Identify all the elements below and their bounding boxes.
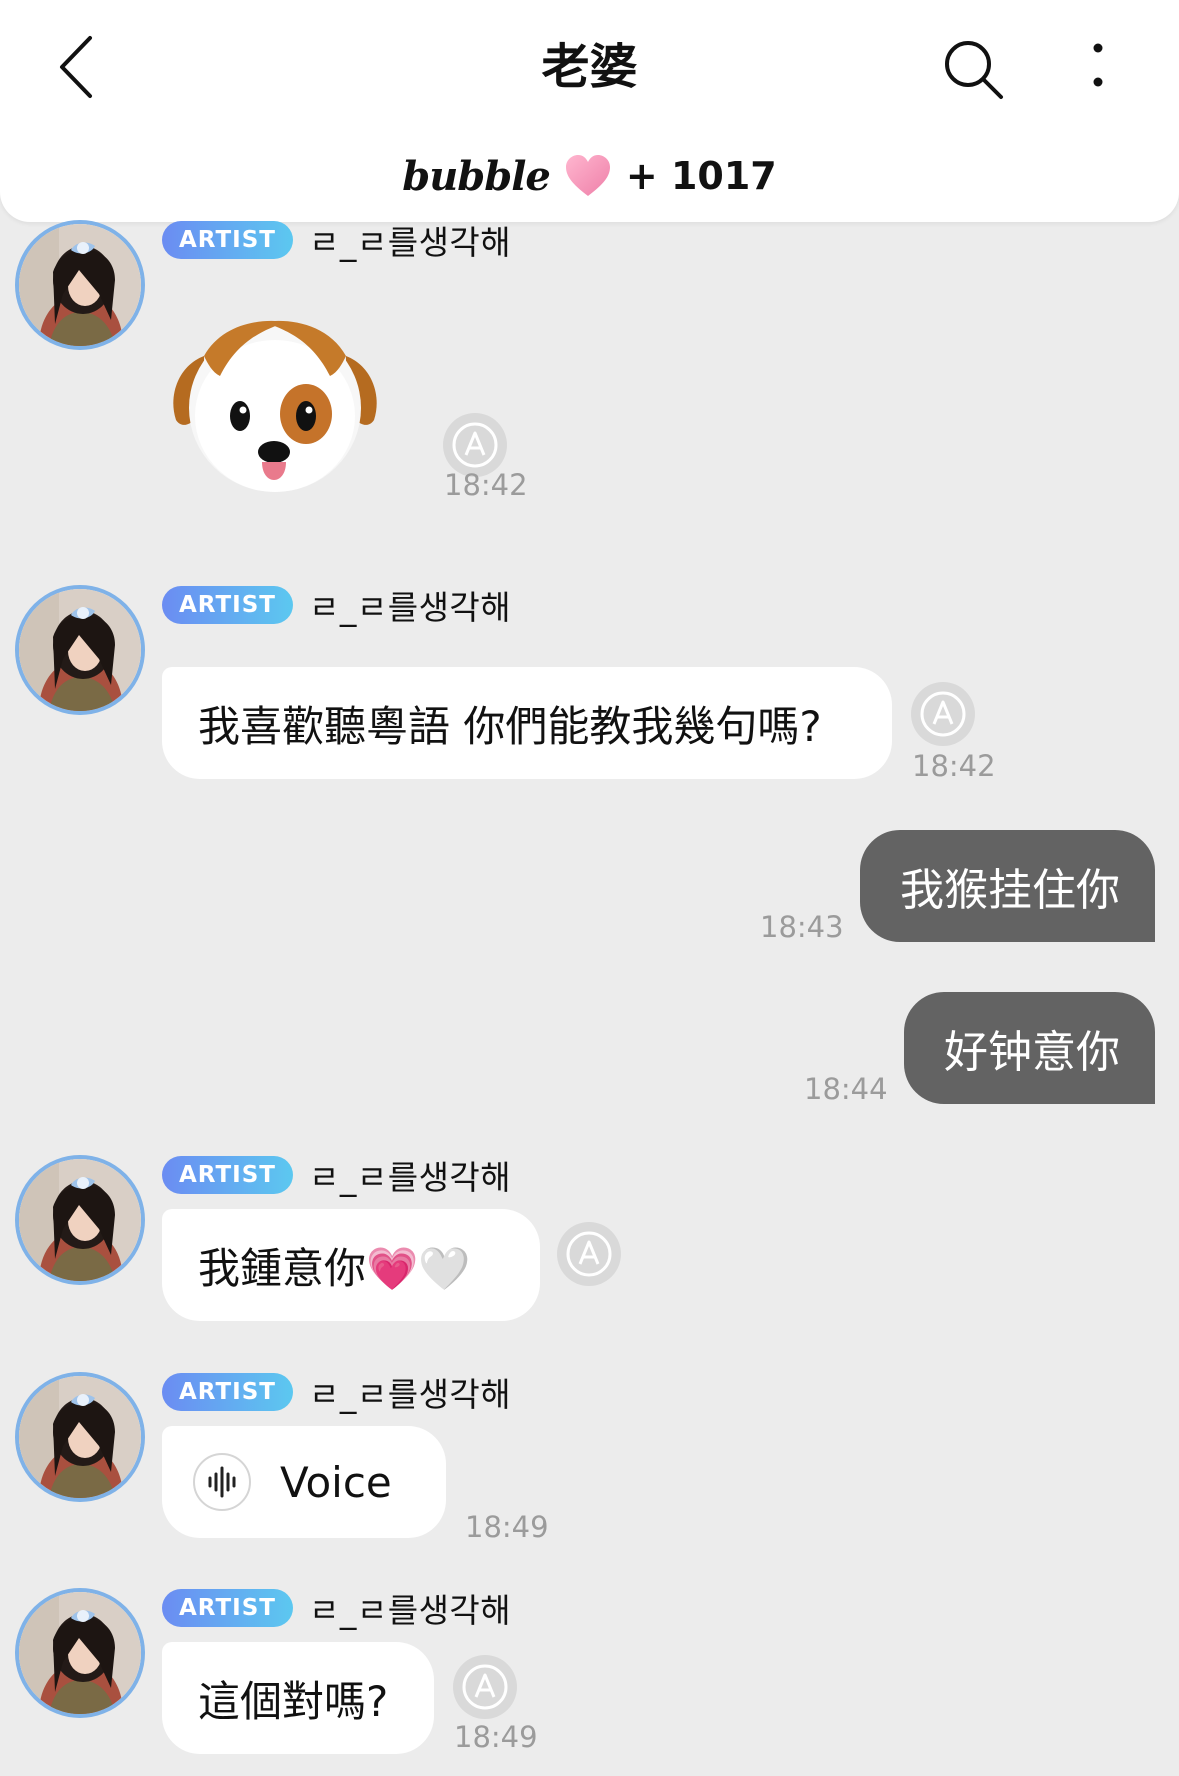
artist-badge: ARTIST — [162, 586, 293, 624]
avatar[interactable] — [15, 1372, 145, 1502]
message-row: ARTIST ㄹ_ㄹ를생각해 這個對嗎? 18:49 — [0, 1588, 1179, 1768]
avatar[interactable] — [15, 1155, 145, 1285]
message-row: 18:44 好钟意你 — [0, 992, 1179, 1112]
brand-logo: bubble — [402, 152, 551, 200]
message-time: 18:42 — [444, 468, 528, 502]
message-row: ARTIST ㄹ_ㄹ를생각해 我喜歡聽粵語 你們能教我幾句嗎? 18:42 — [0, 585, 1179, 785]
avatar[interactable] — [15, 1588, 145, 1718]
translate-button[interactable] — [556, 1221, 622, 1287]
message-time: 18:49 — [465, 1510, 549, 1544]
sender-name: ㄹ_ㄹ를생각해 — [308, 1591, 512, 1630]
artist-badge: ARTIST — [162, 1589, 293, 1627]
message-row: ARTIST ㄹ_ㄹ를생각해 我鍾意你💗🤍 — [0, 1155, 1179, 1325]
message-bubble-outgoing[interactable]: 好钟意你 — [904, 992, 1155, 1104]
search-icon — [945, 41, 1003, 99]
chat-header: 老婆 bubble + 1017 — [0, 0, 1179, 222]
artist-badge: ARTIST — [162, 221, 293, 259]
sender-name: ㄹ_ㄹ를생각해 — [308, 1158, 512, 1197]
subscriber-count: + 1017 — [625, 154, 777, 198]
sender-name: ㄹ_ㄹ를생각해 — [308, 1375, 512, 1414]
heart-icon — [565, 155, 610, 196]
sender-info: ARTIST ㄹ_ㄹ를생각해 — [162, 585, 511, 627]
avatar[interactable] — [15, 585, 145, 715]
translate-button[interactable] — [452, 1654, 518, 1720]
translate-button[interactable] — [910, 681, 976, 747]
more-vertical-icon — [1093, 43, 1103, 87]
sender-name: ㄹ_ㄹ를생각해 — [308, 588, 512, 627]
message-row: 18:43 我猴挂住你 — [0, 830, 1179, 950]
message-row: ARTIST ㄹ_ㄹ를생각해 18:42 — [0, 220, 1179, 510]
sender-info: ARTIST ㄹ_ㄹ를생각해 — [162, 220, 511, 262]
sender-name: ㄹ_ㄹ를생각해 — [308, 223, 512, 262]
message-bubble-outgoing[interactable]: 我猴挂住你 — [860, 830, 1155, 942]
dog-face-emoji[interactable] — [168, 316, 382, 498]
artist-badge: ARTIST — [162, 1156, 293, 1194]
voice-message-bubble[interactable]: Voice — [162, 1426, 446, 1538]
translate-icon — [453, 1655, 517, 1719]
message-bubble[interactable]: 我喜歡聽粵語 你們能教我幾句嗎? — [162, 667, 892, 779]
avatar[interactable] — [15, 220, 145, 350]
message-bubble[interactable]: 我鍾意你💗🤍 — [162, 1209, 540, 1321]
message-bubble[interactable]: 這個對嗎? — [162, 1642, 434, 1754]
voice-waveform-icon — [192, 1452, 252, 1512]
sender-info: ARTIST ㄹ_ㄹ를생각해 — [162, 1588, 511, 1630]
more-options-button[interactable] — [1080, 36, 1116, 102]
message-row: ARTIST ㄹ_ㄹ를생각해 Voice 18:49 — [0, 1372, 1179, 1544]
search-button[interactable] — [940, 36, 1006, 102]
voice-label: Voice — [280, 1457, 392, 1507]
sender-info: ARTIST ㄹ_ㄹ를생각해 — [162, 1155, 511, 1197]
message-time: 18:44 — [804, 1072, 888, 1106]
message-time: 18:49 — [454, 1720, 538, 1754]
translate-icon — [911, 682, 975, 746]
artist-badge: ARTIST — [162, 1373, 293, 1411]
message-time: 18:43 — [760, 910, 844, 944]
brand-row: bubble + 1017 — [0, 148, 1179, 204]
message-time: 18:42 — [912, 749, 996, 783]
sender-info: ARTIST ㄹ_ㄹ를생각해 — [162, 1372, 511, 1414]
translate-icon — [557, 1222, 621, 1286]
